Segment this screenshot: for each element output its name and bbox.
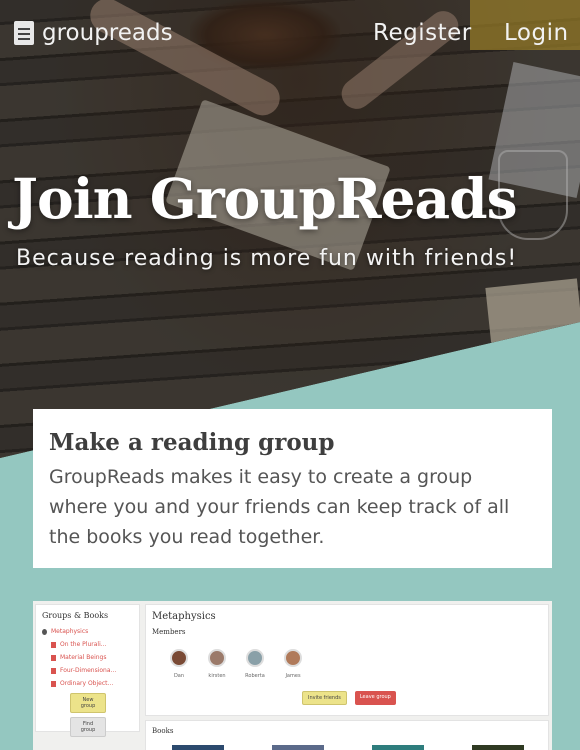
preview-invite-button: Invite friends	[302, 691, 347, 705]
preview-book-label: Four-Dimensiona...	[60, 667, 117, 674]
preview-book-item: On the Plurali...	[51, 641, 133, 648]
preview-books-panel: Books	[145, 720, 549, 750]
preview-book-item: Ordinary Object...	[51, 680, 133, 687]
app-preview-screenshot: Groups & Books Metaphysics On the Plural…	[33, 601, 552, 750]
preview-book-covers	[172, 745, 524, 750]
book-icon	[14, 21, 34, 45]
member-name: kirsten	[208, 673, 226, 679]
preview-book-label: On the Plurali...	[60, 641, 107, 648]
preview-group-label: Metaphysics	[51, 628, 89, 635]
preview-book-label: Material Beings	[60, 654, 107, 661]
book-icon	[51, 667, 56, 674]
preview-new-group-button: New group	[70, 693, 106, 713]
preview-members-list: Dan kirsten Roberta James	[160, 649, 312, 679]
book-cover	[372, 745, 424, 750]
feature-title: Make a reading group	[49, 429, 335, 456]
preview-member: Dan	[160, 649, 198, 679]
preview-member: Roberta	[236, 649, 274, 679]
book-icon	[51, 641, 56, 648]
preview-book-label: Ordinary Object...	[60, 680, 114, 687]
book-cover	[472, 745, 524, 750]
avatar	[284, 649, 302, 667]
avatar	[170, 649, 188, 667]
login-link[interactable]: Login	[504, 20, 569, 46]
preview-member: James	[274, 649, 312, 679]
hero-subtitle: Because reading is more fun with friends…	[16, 246, 518, 271]
member-name: Dan	[173, 673, 185, 679]
preview-find-group-button: Find group	[70, 717, 106, 737]
feature-card: Make a reading group GroupReads makes it…	[33, 409, 552, 568]
brand-label: groupreads	[42, 20, 173, 46]
avatar	[246, 649, 264, 667]
book-cover	[172, 745, 224, 750]
book-icon	[51, 654, 56, 661]
book-icon	[51, 680, 56, 687]
member-name: James	[285, 673, 301, 679]
preview-actions: Invite friends Leave group	[302, 691, 396, 705]
preview-group-item: Metaphysics	[42, 628, 133, 635]
preview-book-item: Four-Dimensiona...	[51, 667, 133, 674]
book-cover	[272, 745, 324, 750]
group-icon	[42, 628, 47, 635]
preview-members-heading: Members	[152, 628, 186, 636]
preview-sidebar: Groups & Books Metaphysics On the Plural…	[35, 604, 140, 737]
brand-link[interactable]: groupreads	[14, 20, 173, 46]
member-name: Roberta	[245, 673, 265, 679]
preview-group-title: Metaphysics	[152, 611, 216, 622]
hero-title: Join GroupReads	[12, 166, 518, 231]
preview-sidebar-heading: Groups & Books	[42, 611, 109, 620]
preview-book-item: Material Beings	[51, 654, 133, 661]
top-nav: groupreads Register Login	[0, 0, 580, 70]
avatar	[208, 649, 226, 667]
preview-member: kirsten	[198, 649, 236, 679]
preview-group-panel: Metaphysics Members Dan kirsten Roberta …	[145, 604, 549, 716]
register-link[interactable]: Register	[373, 20, 472, 46]
preview-leave-button: Leave group	[354, 691, 396, 705]
preview-books-heading: Books	[152, 727, 174, 735]
feature-text: GroupReads makes it easy to create a gro…	[49, 466, 510, 548]
